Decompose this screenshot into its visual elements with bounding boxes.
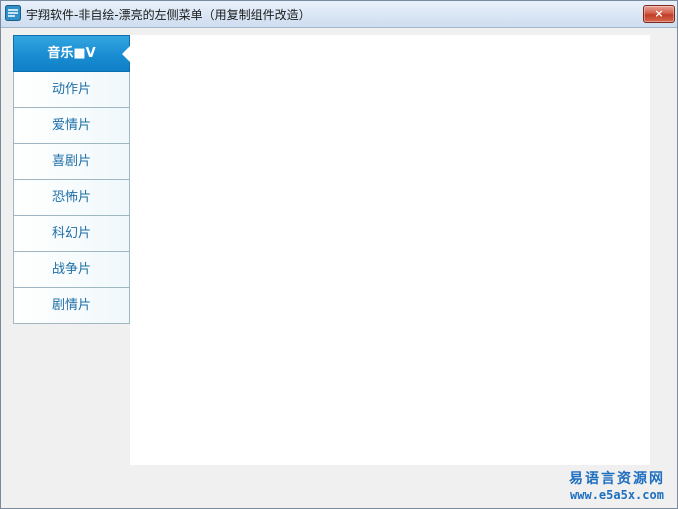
menu-item-comedy[interactable]: 喜剧片: [13, 144, 130, 180]
watermark-name: 易语言资源网: [569, 471, 665, 487]
menu-item-label: 喜剧片: [51, 154, 91, 169]
watermark-url: www.e5a5x.com: [570, 488, 664, 502]
menu-item-music-mv[interactable]: 音乐■V: [13, 35, 130, 72]
close-icon: ×: [654, 7, 664, 20]
menu-item-action[interactable]: 动作片: [13, 72, 130, 108]
menu-item-label: 剧情片: [51, 298, 91, 313]
menu-item-drama[interactable]: 剧情片: [13, 288, 130, 324]
content-panel: [130, 35, 650, 465]
title-bar[interactable]: 宇翔软件-非自绘-漂亮的左侧菜单（用复制组件改造） ×: [1, 1, 677, 28]
menu-item-romance[interactable]: 爱情片: [13, 108, 130, 144]
menu-item-label: 爱情片: [51, 118, 91, 133]
menu-item-war[interactable]: 战争片: [13, 252, 130, 288]
menu-item-scifi[interactable]: 科幻片: [13, 216, 130, 252]
watermark: 易语言资源网 www.e5a5x.com: [561, 471, 673, 503]
left-menu: 音乐■V 动作片 爱情片 喜剧片 恐怖片 科幻片 战争片 剧情片: [13, 35, 130, 324]
app-window: 宇翔软件-非自绘-漂亮的左侧菜单（用复制组件改造） × 音乐■V 动作片 爱情片…: [0, 0, 678, 509]
active-pointer-icon: [122, 46, 130, 62]
menu-item-label: 音乐■V: [47, 46, 96, 61]
menu-item-label: 恐怖片: [51, 190, 91, 205]
close-button[interactable]: ×: [643, 5, 675, 23]
menu-item-label: 动作片: [51, 82, 91, 97]
menu-item-horror[interactable]: 恐怖片: [13, 180, 130, 216]
app-logo-icon[interactable]: [5, 5, 21, 21]
menu-item-label: 战争片: [51, 262, 91, 277]
menu-item-label: 科幻片: [51, 226, 91, 241]
window-title: 宇翔软件-非自绘-漂亮的左侧菜单（用复制组件改造）: [26, 8, 311, 22]
